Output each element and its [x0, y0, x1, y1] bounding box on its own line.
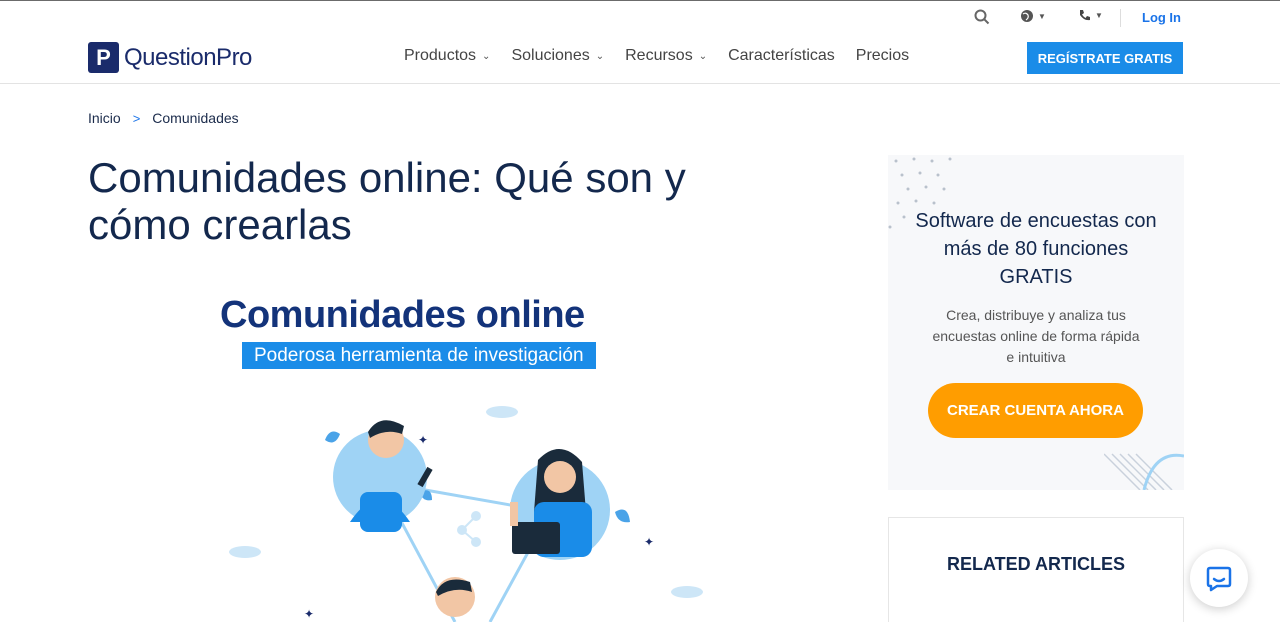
register-free-button[interactable]: REGÍSTRATE GRATIS — [1027, 42, 1183, 74]
hero-subtitle: Poderosa herramienta de investigación — [242, 342, 596, 369]
avatar — [510, 448, 610, 560]
chevron-down-icon: ⌄ — [595, 50, 605, 62]
stripes-decoration — [1104, 453, 1184, 490]
nav-item-label: Productos — [404, 47, 477, 64]
chevron-down-icon: ▼ — [1038, 11, 1046, 21]
promo-title: Software de encuestas con más de 80 func… — [915, 210, 1157, 288]
chat-icon — [1206, 566, 1232, 592]
promo-description: Crea, distribuye y analiza tus encuestas… — [932, 307, 1140, 365]
nav-item-label: Recursos — [625, 47, 693, 64]
breadcrumb: Inicio > Comunidades — [88, 110, 239, 126]
svg-text:✦: ✦ — [304, 607, 314, 621]
hero-title: Comunidades online — [220, 294, 585, 336]
nav-item-caracteristicas[interactable]: Características — [728, 47, 835, 65]
nav-menu: Productos ⌄ Soluciones ⌄ Recursos ⌄ Cara… — [404, 47, 909, 65]
promo-card: Software de encuestas con más de 80 func… — [888, 155, 1184, 490]
avatar — [435, 577, 475, 617]
nav-item-label: Características — [728, 47, 835, 64]
chat-widget-button[interactable] — [1190, 549, 1248, 607]
nav-item-label: Soluciones — [511, 47, 590, 64]
main-navbar: P QuestionPro Productos ⌄ Soluciones ⌄ R… — [0, 34, 1280, 84]
page-title: Comunidades online: Qué son y cómo crear… — [88, 154, 686, 248]
phone-icon — [1080, 10, 1090, 21]
svg-text:✦: ✦ — [418, 433, 428, 447]
community-illustration: ✦ ✦ ✦ — [229, 406, 703, 622]
login-link[interactable]: Log In — [1142, 10, 1181, 25]
chevron-down-icon: ▼ — [1095, 11, 1103, 20]
create-account-button[interactable]: CREAR CUENTA AHORA — [928, 383, 1143, 438]
breadcrumb-home-link[interactable]: Inicio — [88, 110, 121, 126]
language-selector[interactable]: ▼ — [1020, 9, 1046, 23]
questionpro-logo[interactable]: P QuestionPro — [88, 42, 252, 73]
logo-text: QuestionPro — [124, 43, 252, 71]
phone-selector[interactable]: ▼ — [1078, 9, 1103, 22]
share-icon — [457, 511, 481, 547]
nav-item-soluciones[interactable]: Soluciones ⌄ — [511, 47, 604, 65]
nav-item-productos[interactable]: Productos ⌄ — [404, 47, 490, 65]
nav-item-precios[interactable]: Precios — [856, 47, 909, 65]
svg-text:✦: ✦ — [644, 535, 654, 549]
related-articles-card: RELATED ARTICLES — [888, 517, 1184, 622]
related-articles-title: RELATED ARTICLES — [947, 554, 1125, 574]
nav-item-label: Precios — [855, 47, 910, 64]
search-button[interactable] — [974, 9, 990, 25]
hero-illustration: Comunidades online Poderosa herramienta … — [200, 282, 720, 622]
logo-mark: P — [88, 42, 119, 73]
divider — [1120, 9, 1121, 27]
breadcrumb-current[interactable]: Comunidades — [152, 110, 238, 126]
search-icon — [974, 9, 990, 25]
chevron-down-icon: ⌄ — [698, 50, 708, 62]
chevron-right-icon: > — [132, 110, 141, 126]
nav-item-recursos[interactable]: Recursos ⌄ — [625, 47, 707, 65]
chevron-down-icon: ⌄ — [482, 50, 491, 62]
globe-icon — [1021, 10, 1033, 22]
top-utility-bar: ▼ ▼ Log In — [0, 0, 1280, 34]
